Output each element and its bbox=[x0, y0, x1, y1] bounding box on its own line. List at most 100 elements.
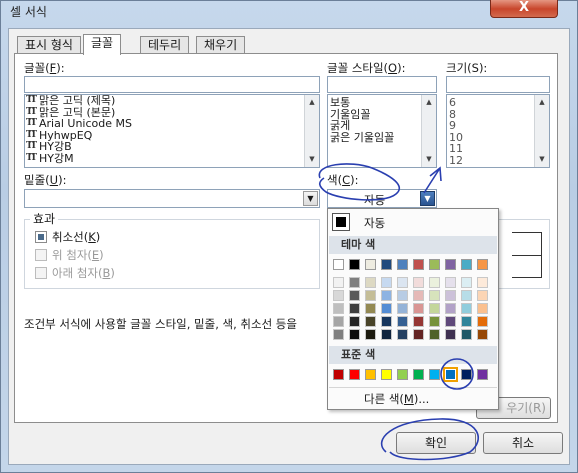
tab-font[interactable]: 글꼴 bbox=[83, 34, 122, 55]
theme-color-swatch[interactable] bbox=[429, 259, 440, 270]
theme-shade-swatch[interactable] bbox=[349, 303, 360, 314]
theme-color-swatch[interactable] bbox=[333, 259, 344, 270]
theme-shade-swatch[interactable] bbox=[349, 316, 360, 327]
style-list-item[interactable]: 굵게 bbox=[328, 120, 436, 132]
theme-shade-swatch[interactable] bbox=[381, 329, 392, 340]
theme-shade-swatch[interactable] bbox=[333, 316, 344, 327]
theme-shade-swatch[interactable] bbox=[365, 329, 376, 340]
theme-color-swatch[interactable] bbox=[365, 259, 376, 270]
theme-shade-swatch[interactable] bbox=[333, 303, 344, 314]
theme-shade-swatch[interactable] bbox=[477, 329, 488, 340]
theme-color-swatch[interactable] bbox=[381, 259, 392, 270]
standard-color-swatch[interactable] bbox=[461, 369, 472, 380]
theme-shade-swatch[interactable] bbox=[461, 329, 472, 340]
theme-shade-swatch[interactable] bbox=[365, 277, 376, 288]
theme-shade-swatch[interactable] bbox=[397, 316, 408, 327]
theme-shade-swatch[interactable] bbox=[381, 316, 392, 327]
standard-color-swatch[interactable] bbox=[365, 369, 376, 380]
tab-number-format[interactable]: 표시 형식 bbox=[17, 36, 81, 54]
tab-border[interactable]: 테두리 bbox=[140, 36, 190, 54]
theme-shade-swatch[interactable] bbox=[445, 290, 456, 301]
size-input[interactable] bbox=[446, 76, 550, 93]
chevron-down-icon[interactable]: ▼ bbox=[303, 191, 318, 206]
theme-shade-swatch[interactable] bbox=[365, 303, 376, 314]
auto-color-swatch[interactable] bbox=[332, 213, 350, 231]
theme-shade-swatch[interactable] bbox=[397, 303, 408, 314]
scroll-up-icon[interactable]: ▲ bbox=[306, 96, 318, 109]
standard-color-swatch[interactable] bbox=[397, 369, 408, 380]
style-list-item[interactable]: 보통 bbox=[328, 97, 436, 109]
theme-shade-swatch[interactable] bbox=[429, 303, 440, 314]
style-list[interactable]: 보통 기울임꼴 굵게 굵은 기울임꼴 ▲ ▼ bbox=[327, 94, 437, 168]
theme-shade-swatch[interactable] bbox=[381, 290, 392, 301]
theme-shade-swatch[interactable] bbox=[477, 303, 488, 314]
theme-shade-swatch[interactable] bbox=[429, 290, 440, 301]
theme-shade-swatch[interactable] bbox=[333, 329, 344, 340]
standard-color-swatch-selected[interactable] bbox=[443, 367, 458, 382]
underline-select[interactable]: ▼ bbox=[24, 189, 320, 208]
theme-shade-swatch[interactable] bbox=[333, 290, 344, 301]
font-list-scrollbar[interactable]: ▲ ▼ bbox=[304, 95, 319, 167]
theme-color-swatch[interactable] bbox=[445, 259, 456, 270]
theme-color-swatch[interactable] bbox=[349, 259, 360, 270]
standard-color-swatch[interactable] bbox=[429, 369, 440, 380]
standard-color-swatch[interactable] bbox=[381, 369, 392, 380]
theme-shade-swatch[interactable] bbox=[477, 316, 488, 327]
theme-shade-swatch[interactable] bbox=[445, 277, 456, 288]
theme-shade-swatch[interactable] bbox=[413, 290, 424, 301]
theme-color-swatch[interactable] bbox=[397, 259, 408, 270]
theme-color-swatch[interactable] bbox=[461, 259, 472, 270]
subscript-checkbox[interactable] bbox=[35, 267, 47, 279]
theme-shade-swatch[interactable] bbox=[381, 303, 392, 314]
theme-shade-swatch[interactable] bbox=[397, 290, 408, 301]
style-input[interactable] bbox=[327, 76, 437, 93]
size-list[interactable]: 6 8 9 10 11 12 ▲ ▼ bbox=[446, 94, 550, 168]
theme-shade-swatch[interactable] bbox=[477, 277, 488, 288]
color-select[interactable]: 자동 ▼ bbox=[327, 189, 437, 208]
theme-shade-swatch[interactable] bbox=[413, 329, 424, 340]
scroll-down-icon[interactable]: ▼ bbox=[423, 153, 435, 166]
auto-color-label[interactable]: 자동 bbox=[364, 215, 385, 231]
style-list-scrollbar[interactable]: ▲ ▼ bbox=[421, 95, 436, 167]
theme-shade-swatch[interactable] bbox=[413, 303, 424, 314]
standard-color-swatch[interactable] bbox=[413, 369, 424, 380]
scroll-down-icon[interactable]: ▼ bbox=[306, 153, 318, 166]
theme-shade-swatch[interactable] bbox=[429, 316, 440, 327]
font-list-item[interactable]: TT HY강M bbox=[25, 153, 319, 165]
theme-shade-swatch[interactable] bbox=[397, 329, 408, 340]
theme-shade-swatch[interactable] bbox=[461, 316, 472, 327]
theme-color-swatch[interactable] bbox=[477, 259, 488, 270]
scroll-down-icon[interactable]: ▼ bbox=[536, 153, 548, 166]
theme-shade-swatch[interactable] bbox=[429, 277, 440, 288]
theme-shade-swatch[interactable] bbox=[461, 290, 472, 301]
tab-fill[interactable]: 채우기 bbox=[196, 36, 246, 54]
chevron-down-icon[interactable]: ▼ bbox=[420, 191, 435, 206]
standard-color-swatch[interactable] bbox=[333, 369, 344, 380]
style-list-item[interactable]: 굵은 기울임꼴 bbox=[328, 132, 436, 144]
cancel-button[interactable]: 취소 bbox=[483, 432, 563, 454]
standard-color-swatch[interactable] bbox=[477, 369, 488, 380]
theme-color-swatch[interactable] bbox=[413, 259, 424, 270]
theme-shade-swatch[interactable] bbox=[461, 277, 472, 288]
theme-shade-swatch[interactable] bbox=[349, 290, 360, 301]
theme-shade-swatch[interactable] bbox=[445, 316, 456, 327]
font-input[interactable] bbox=[24, 76, 320, 93]
theme-shade-swatch[interactable] bbox=[381, 277, 392, 288]
theme-shade-swatch[interactable] bbox=[477, 290, 488, 301]
theme-shade-swatch[interactable] bbox=[365, 290, 376, 301]
more-colors-link[interactable]: 다른 색(M)... bbox=[364, 391, 429, 407]
theme-shade-swatch[interactable] bbox=[413, 316, 424, 327]
theme-shade-swatch[interactable] bbox=[333, 277, 344, 288]
font-list[interactable]: TT 맑은 고딕 (제목) TT 맑은 고딕 (본문) TT Arial Unicod… bbox=[24, 94, 320, 168]
theme-shade-swatch[interactable] bbox=[445, 329, 456, 340]
theme-shade-swatch[interactable] bbox=[445, 303, 456, 314]
strikethrough-checkbox[interactable] bbox=[35, 231, 47, 243]
superscript-checkbox[interactable] bbox=[35, 249, 47, 261]
theme-shade-swatch[interactable] bbox=[349, 329, 360, 340]
size-list-scrollbar[interactable]: ▲ ▼ bbox=[534, 95, 549, 167]
ok-button[interactable]: 확인 bbox=[396, 432, 476, 454]
theme-shade-swatch[interactable] bbox=[461, 303, 472, 314]
scroll-up-icon[interactable]: ▲ bbox=[536, 96, 548, 109]
theme-shade-swatch[interactable] bbox=[413, 277, 424, 288]
close-button[interactable]: X bbox=[490, 0, 558, 18]
